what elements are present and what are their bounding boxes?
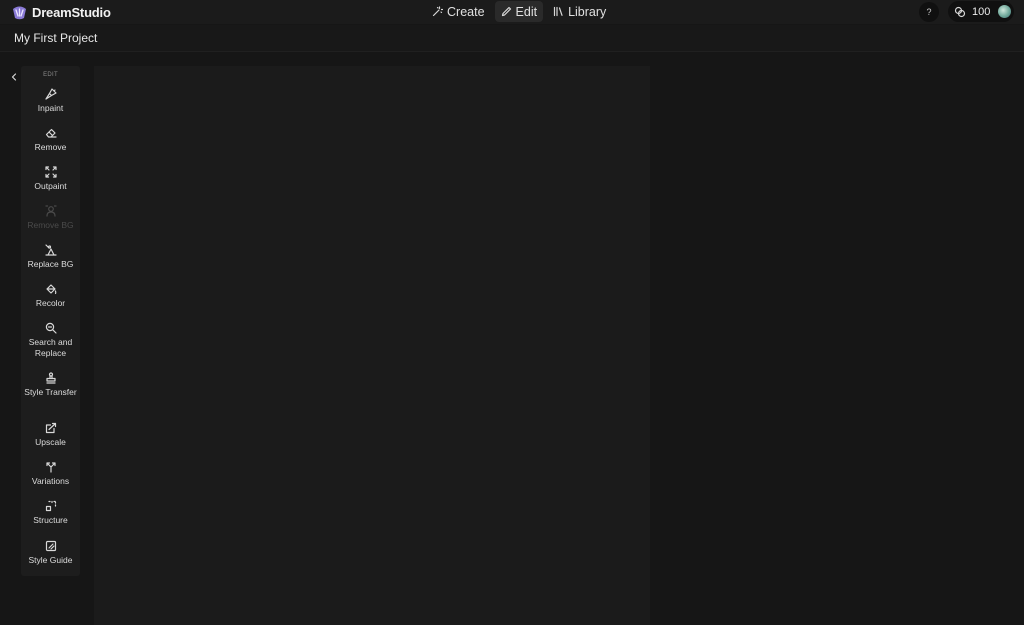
style-guide-icon	[45, 540, 57, 552]
tool-label: Upscale	[35, 437, 66, 447]
nav-create-label: Create	[447, 4, 485, 19]
upscale-icon	[45, 422, 57, 434]
avatar[interactable]	[998, 5, 1012, 18]
tool-recolor[interactable]: Recolor	[21, 283, 80, 309]
tool-label: Variations	[31, 476, 70, 486]
tool-structure[interactable]: Structure	[21, 500, 80, 526]
tool-label: Inpaint	[37, 103, 64, 113]
tool-inpaint[interactable]: Inpaint	[21, 88, 80, 114]
project-bar: My First Project	[0, 25, 1024, 52]
magic-wand-icon	[432, 6, 443, 17]
tool-label: Style Guide	[28, 555, 73, 565]
eraser-icon	[45, 127, 57, 139]
tool-replace-bg[interactable]: Replace BG	[21, 244, 80, 270]
collapse-panel-button[interactable]	[9, 71, 19, 83]
tool-label: Search and Replace	[28, 337, 73, 358]
tool-label: Structure	[33, 515, 68, 525]
nav-edit-label: Edit	[515, 4, 538, 19]
help-label: ?	[926, 7, 932, 17]
search-replace-icon	[45, 322, 57, 334]
tool-outpaint[interactable]: Outpaint	[21, 166, 80, 192]
nav-create[interactable]: Create	[426, 1, 491, 22]
edit-canvas[interactable]	[94, 66, 650, 625]
tool-label: Outpaint	[34, 181, 67, 191]
project-title[interactable]: My First Project	[14, 31, 97, 45]
brand-name: DreamStudio	[32, 4, 111, 20]
person-icon	[44, 205, 57, 217]
main-nav: Create Edit Library	[426, 1, 612, 22]
nav-library-label: Library	[568, 4, 607, 19]
edit-tool-panel: EDIT Inpaint Remove Outpaint Remove BG R…	[21, 66, 80, 576]
brush-icon	[44, 88, 57, 100]
credits-badge[interactable]: 100	[948, 1, 1014, 22]
coins-icon	[954, 6, 966, 18]
nav-library[interactable]: Library	[547, 1, 612, 22]
tool-label: Recolor	[35, 298, 66, 308]
tool-label: Style Transfer	[24, 387, 77, 397]
tool-variations[interactable]: Variations	[21, 461, 80, 487]
tool-remove-bg[interactable]: Remove BG	[21, 205, 80, 231]
stamp-icon	[45, 372, 57, 384]
tool-remove[interactable]: Remove	[21, 127, 80, 153]
fork-icon	[45, 461, 57, 473]
help-button[interactable]: ?	[919, 2, 939, 22]
tool-style-transfer[interactable]: Style Transfer	[21, 372, 80, 398]
tool-search-and-replace[interactable]: Search and Replace	[21, 322, 80, 359]
structure-icon	[45, 500, 57, 512]
credits-count: 100	[972, 5, 991, 18]
nav-edit[interactable]: Edit	[494, 1, 544, 22]
pencil-icon	[501, 6, 512, 17]
brand[interactable]: DreamStudio	[12, 3, 111, 21]
top-bar: DreamStudio Create Edit Library ? 100	[0, 0, 1024, 24]
replace-bg-icon	[44, 244, 57, 256]
chevron-left-icon	[11, 73, 17, 81]
expand-icon	[44, 166, 57, 178]
dreamstudio-logo-icon	[12, 5, 27, 20]
paint-bucket-icon	[45, 283, 57, 295]
tool-label: Replace BG	[27, 259, 74, 269]
tool-label: Remove	[34, 142, 67, 152]
library-icon	[553, 6, 564, 17]
tool-upscale[interactable]: Upscale	[21, 422, 80, 448]
tool-section-heading: EDIT	[43, 72, 58, 78]
tool-label: Remove BG	[27, 220, 74, 230]
tool-style-guide[interactable]: Style Guide	[21, 540, 80, 566]
